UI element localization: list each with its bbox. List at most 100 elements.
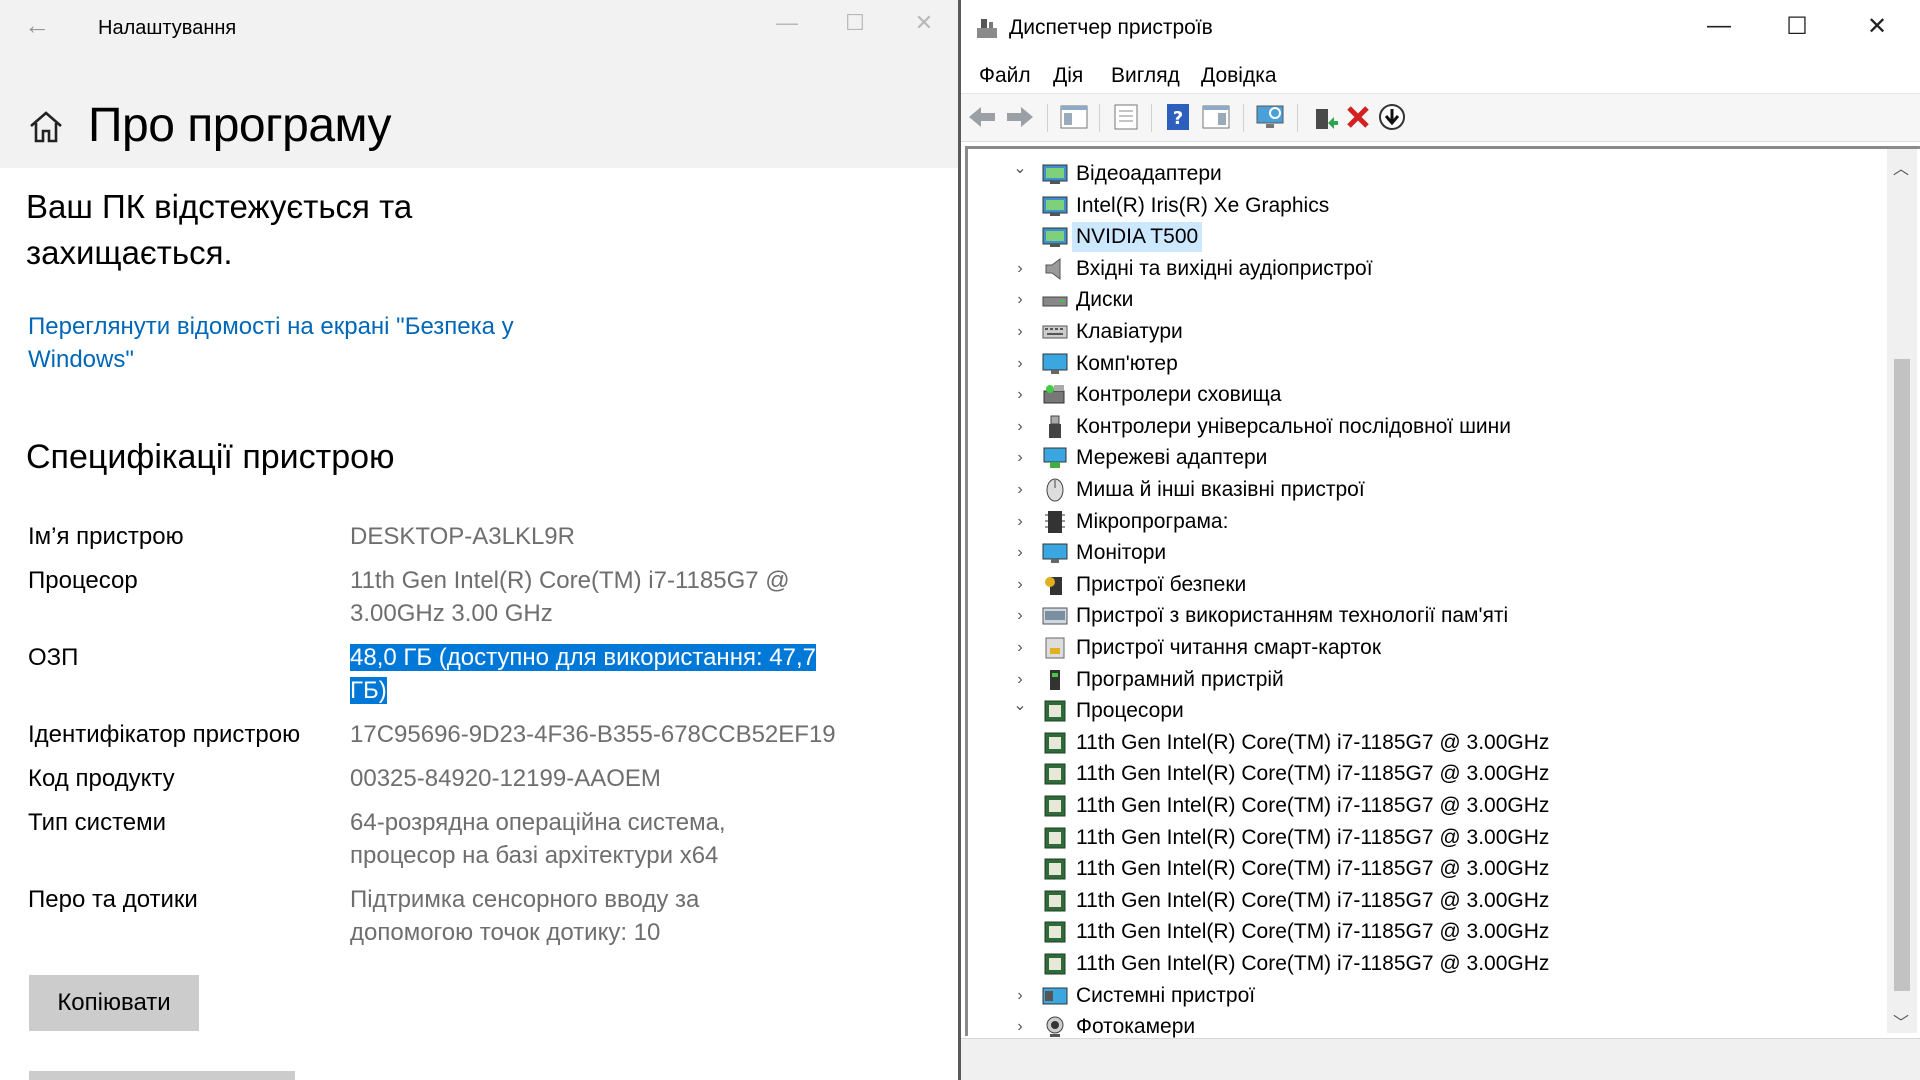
maximize-button[interactable]: ☐ [840, 10, 870, 36]
home-icon[interactable] [26, 107, 66, 147]
storage-controller-icon [1042, 383, 1068, 407]
tree-item-label: Вхідні та вихідні аудіопристрої [1076, 256, 1373, 280]
tree-item-label: Пристрої читання смарт-карток [1076, 636, 1382, 659]
close-button[interactable]: ✕ [1859, 12, 1895, 41]
chevron-right-icon[interactable]: › [1010, 601, 1030, 631]
tree-item-label: Відеоадаптери [1076, 162, 1222, 185]
properties-icon[interactable] [1109, 100, 1143, 134]
tree-item-label: Intel(R) Iris(R) Xe Graphics [1076, 193, 1330, 217]
uninstall-device-icon[interactable] [1341, 100, 1375, 134]
vertical-scrollbar[interactable]: ︿ ﹀ [1887, 149, 1917, 1033]
menu-view[interactable]: Вигляд [1111, 64, 1180, 88]
tree-item-label: Контролери сховища [1076, 383, 1282, 407]
tree-item-label: Диски [1076, 288, 1134, 312]
spec-label: Ідентифікатор пристрою [28, 721, 301, 748]
tree-item-label: 11th Gen Intel(R) Core(TM) i7-1185G7 @ 3… [1076, 952, 1550, 975]
chevron-right-icon[interactable]: › [1010, 317, 1030, 347]
spec-value: 00325-84920-12199-AAOEM [350, 765, 661, 792]
usb-icon [1042, 415, 1068, 439]
settings-window-title: Налаштування [98, 17, 237, 39]
processor-icon [1042, 731, 1068, 755]
tree-item-label: Мікропрограма: [1076, 509, 1229, 533]
software-device-icon [1042, 668, 1068, 692]
scan-hardware-icon[interactable] [1253, 100, 1287, 134]
chevron-right-icon[interactable]: › [1010, 254, 1030, 284]
menu-action[interactable]: Дія [1053, 64, 1083, 88]
chevron-right-icon[interactable]: › [1010, 538, 1030, 568]
display-adapter-icon [1042, 225, 1068, 249]
memory-device-icon [1042, 604, 1068, 628]
windows-security-link[interactable]: Переглянути відомості на екрані "Безпека… [28, 310, 568, 376]
maximize-button[interactable]: ☐ [1779, 12, 1815, 41]
back-arrow-icon[interactable]: ← [24, 10, 50, 41]
scroll-up-icon[interactable]: ︿ [1893, 155, 1909, 179]
chevron-right-icon[interactable]: › [1010, 981, 1030, 1011]
devmgr-window-title: Диспетчер пристроїв [1009, 16, 1213, 39]
copy-button[interactable]: Копіювати [29, 975, 199, 1031]
spec-value[interactable]: 48,0 ГБ (доступно для використання: 47,7… [350, 644, 816, 704]
spec-label: Перо та дотики [28, 886, 198, 913]
tree-item-label: 11th Gen Intel(R) Core(TM) i7-1185G7 @ 3… [1076, 825, 1550, 849]
next-button-partial[interactable] [29, 1071, 295, 1080]
tree-item-label: Монітори [1076, 541, 1167, 565]
forward-icon[interactable] [1003, 100, 1037, 134]
disk-drive-icon [1042, 288, 1068, 312]
chevron-right-icon[interactable]: › [1010, 443, 1030, 473]
chevron-down-icon[interactable]: ⌄ [1010, 691, 1030, 721]
tree-item-label: 11th Gen Intel(R) Core(TM) i7-1185G7 @ 3… [1076, 730, 1550, 754]
tree-item-label: Пристрої з використанням технології пам'… [1076, 604, 1509, 628]
spec-value: 17C95696-9D23-4F36-B355-678CCB52EF19 [350, 721, 836, 748]
tree-item-label: 11th Gen Intel(R) Core(TM) i7-1185G7 @ 3… [1076, 857, 1550, 881]
display-adapter-icon [1042, 194, 1068, 218]
chevron-right-icon[interactable]: › [1010, 507, 1030, 537]
menu-help[interactable]: Довідка [1201, 64, 1277, 88]
processor-icon [1042, 952, 1068, 976]
help-icon[interactable]: ? [1161, 100, 1195, 134]
computer-icon [1042, 352, 1068, 376]
minimize-button[interactable]: — [1701, 12, 1737, 40]
tree-item-label: Мережеві адаптери [1076, 446, 1268, 470]
tree-item-label: 11th Gen Intel(R) Core(TM) i7-1185G7 @ 3… [1076, 762, 1550, 786]
chevron-right-icon[interactable]: › [1010, 633, 1030, 663]
protection-status-text: Ваш ПК відстежується та захищається. [26, 188, 413, 271]
chevron-right-icon[interactable]: › [1010, 665, 1030, 695]
scroll-down-icon[interactable]: ﹀ [1893, 1009, 1909, 1033]
settings-window: ← Налаштування — ☐ ✕ Про програму Ваш ПК… [0, 0, 960, 1080]
chevron-right-icon[interactable]: › [1010, 285, 1030, 315]
show-hide-console-tree-icon[interactable] [1057, 100, 1091, 134]
chevron-right-icon[interactable]: › [1010, 412, 1030, 442]
menu-file[interactable]: Файл [979, 64, 1031, 88]
status-bar [961, 1038, 1920, 1080]
mouse-icon [1042, 478, 1068, 502]
spec-label: ОЗП [28, 644, 79, 671]
disable-device-icon[interactable] [1375, 100, 1409, 134]
tree-item-label: Процесори [1076, 699, 1184, 723]
settings-titlebar: ← Налаштування — ☐ ✕ [0, 0, 960, 56]
processor-icon [1042, 699, 1068, 723]
tree-item-label: 11th Gen Intel(R) Core(TM) i7-1185G7 @ 3… [1076, 888, 1550, 912]
update-driver-icon[interactable] [1307, 100, 1341, 134]
spec-label: Ім’я пристрою [28, 523, 184, 550]
chevron-right-icon[interactable]: › [1010, 349, 1030, 379]
chevron-right-icon[interactable]: › [1010, 570, 1030, 600]
back-icon[interactable] [965, 100, 999, 134]
tree-item-label: Миша й інші вказівні пристрої [1076, 478, 1365, 501]
action-pane-icon[interactable] [1199, 100, 1233, 134]
tree-item-label: NVIDIA T500 [1072, 222, 1203, 253]
processor-icon [1042, 920, 1068, 944]
tree-item-label: Пристрої безпеки [1076, 572, 1247, 596]
ram-value-selected[interactable]: 48,0 ГБ (доступно для використання: 47,7… [350, 641, 850, 707]
close-button[interactable]: ✕ [909, 10, 939, 36]
tree-item-label: 11th Gen Intel(R) Core(TM) i7-1185G7 @ 3… [1076, 920, 1550, 944]
processor-icon [1042, 826, 1068, 850]
processor-icon [1042, 762, 1068, 786]
smart-card-reader-icon [1042, 636, 1068, 660]
chevron-right-icon[interactable]: › [1010, 380, 1030, 410]
chevron-right-icon[interactable]: › [1010, 475, 1030, 505]
scrollbar-thumb[interactable] [1894, 359, 1910, 991]
chevron-down-icon[interactable]: ⌄ [1010, 154, 1030, 184]
spec-label: Процесор [28, 567, 138, 594]
security-device-icon [1042, 573, 1068, 597]
tree-item-label: 11th Gen Intel(R) Core(TM) i7-1185G7 @ 3… [1076, 794, 1550, 817]
minimize-button[interactable]: — [772, 10, 802, 36]
